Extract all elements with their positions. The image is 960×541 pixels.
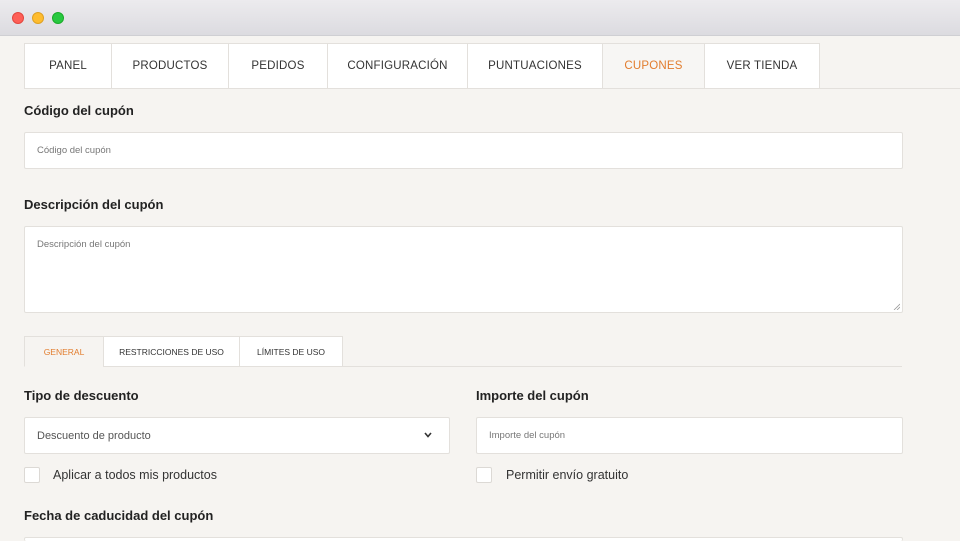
tab-cupones[interactable]: CUPONES xyxy=(603,44,705,88)
coupon-subtabs: GENERAL RESTRICCIONES DE USO LÍMITES DE … xyxy=(24,336,343,367)
chevron-down-icon xyxy=(424,432,432,438)
main-nav: PANEL PRODUCTOS PEDIDOS CONFIGURACIÓN PU… xyxy=(24,43,820,89)
resize-handle-icon[interactable] xyxy=(893,303,900,310)
expiry-date-input[interactable] xyxy=(24,537,903,541)
apply-all-label: Aplicar a todos mis productos xyxy=(53,468,217,482)
coupon-amount-label: Importe del cupón xyxy=(476,388,589,403)
subtab-restricciones[interactable]: RESTRICCIONES DE USO xyxy=(103,336,239,367)
nav-divider xyxy=(819,88,960,89)
tab-panel[interactable]: PANEL xyxy=(25,44,112,88)
coupon-amount-input[interactable]: Importe del cupón xyxy=(476,417,903,454)
discount-type-label: Tipo de descuento xyxy=(24,388,139,403)
free-shipping-label: Permitir envío gratuito xyxy=(506,468,629,482)
free-shipping-checkbox[interactable] xyxy=(476,467,492,483)
tab-configuracion[interactable]: CONFIGURACIÓN xyxy=(328,44,468,88)
coupon-description-label: Descripción del cupón xyxy=(24,197,164,212)
minimize-window-button[interactable] xyxy=(32,12,44,24)
coupon-description-textarea[interactable]: Descripción del cupón xyxy=(24,226,903,313)
discount-type-select[interactable]: Descuento de producto xyxy=(24,417,450,454)
window-titlebar xyxy=(0,0,960,36)
tab-puntuaciones[interactable]: PUNTUACIONES xyxy=(468,44,603,88)
maximize-window-button[interactable] xyxy=(52,12,64,24)
coupon-code-label: Código del cupón xyxy=(24,103,134,118)
tab-pedidos[interactable]: PEDIDOS xyxy=(229,44,328,88)
apply-all-checkbox[interactable] xyxy=(24,467,40,483)
discount-type-value: Descuento de producto xyxy=(37,429,151,442)
tab-productos[interactable]: PRODUCTOS xyxy=(112,44,229,88)
close-window-button[interactable] xyxy=(12,12,24,24)
subtabs-divider xyxy=(343,366,902,367)
tab-ver-tienda[interactable]: VER TIENDA xyxy=(705,44,820,88)
subtab-general[interactable]: GENERAL xyxy=(24,336,103,367)
coupon-code-input[interactable]: Código del cupón xyxy=(24,132,903,169)
subtab-limites[interactable]: LÍMITES DE USO xyxy=(239,336,343,367)
coupon-description-placeholder: Descripción del cupón xyxy=(37,239,131,250)
expiry-date-label: Fecha de caducidad del cupón xyxy=(24,508,214,523)
